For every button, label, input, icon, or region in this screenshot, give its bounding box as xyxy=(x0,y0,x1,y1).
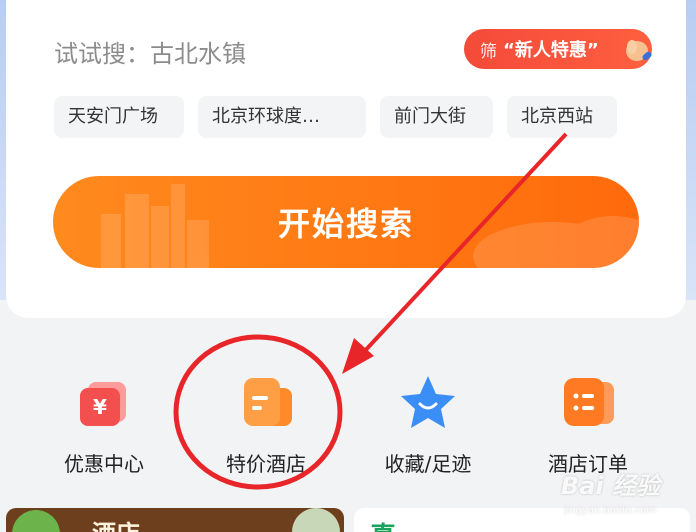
quick-entry-orders[interactable]: 酒店订单 xyxy=(508,372,668,477)
banner-decoration xyxy=(12,510,60,532)
hot-chip[interactable]: 北京环球度… xyxy=(198,96,366,138)
svg-text:¥: ¥ xyxy=(93,395,107,419)
new-user-promo-badge[interactable]: 筛 “新人特惠” xyxy=(464,29,652,69)
quick-entry-hotel-deal[interactable]: 特价酒店 xyxy=(186,372,346,477)
start-search-label: 开始搜索 xyxy=(277,205,414,243)
promo-filter-label: 筛 xyxy=(480,41,497,62)
watermark-url: jingyan.baidu.com xyxy=(563,505,656,516)
banner-title: 真 … xyxy=(370,516,431,532)
promo-label: “新人特惠” xyxy=(503,40,599,61)
start-search-button[interactable]: 开始搜索 xyxy=(53,176,639,268)
banner-title: 酒店 … xyxy=(92,514,172,532)
hot-chip[interactable]: 前门大街 xyxy=(380,96,493,138)
search-suggestion-text[interactable]: 试试搜：古北水镇 xyxy=(54,34,246,69)
hot-chip[interactable]: 天安门广场 xyxy=(54,96,184,138)
quick-entry-favorites[interactable]: 收藏/足迹 xyxy=(348,372,508,477)
quick-entry-label: 优惠中心 xyxy=(64,452,144,476)
arrow-head-icon xyxy=(342,338,374,374)
hotel-deal-icon xyxy=(244,378,292,426)
coupon-icon: ¥ xyxy=(80,382,126,426)
star-icon xyxy=(401,376,455,428)
hot-chip[interactable]: 北京西站 xyxy=(507,96,617,138)
quick-entry-coupon[interactable]: ¥ 优惠中心 xyxy=(24,372,184,477)
watermark-logo: Bai 经验 xyxy=(560,472,660,500)
clap-hand-icon xyxy=(626,40,652,61)
quick-entry-label: 特价酒店 xyxy=(226,452,306,476)
hotel-ranking-banner[interactable]: 酒店 … xyxy=(6,508,344,532)
hot-search-chips: 天安门广场 北京环球度… 前门大街 北京西站 xyxy=(54,96,617,138)
quick-entry-label: 收藏/足迹 xyxy=(384,452,472,476)
order-list-icon xyxy=(564,378,614,426)
banner-decoration xyxy=(292,508,340,532)
